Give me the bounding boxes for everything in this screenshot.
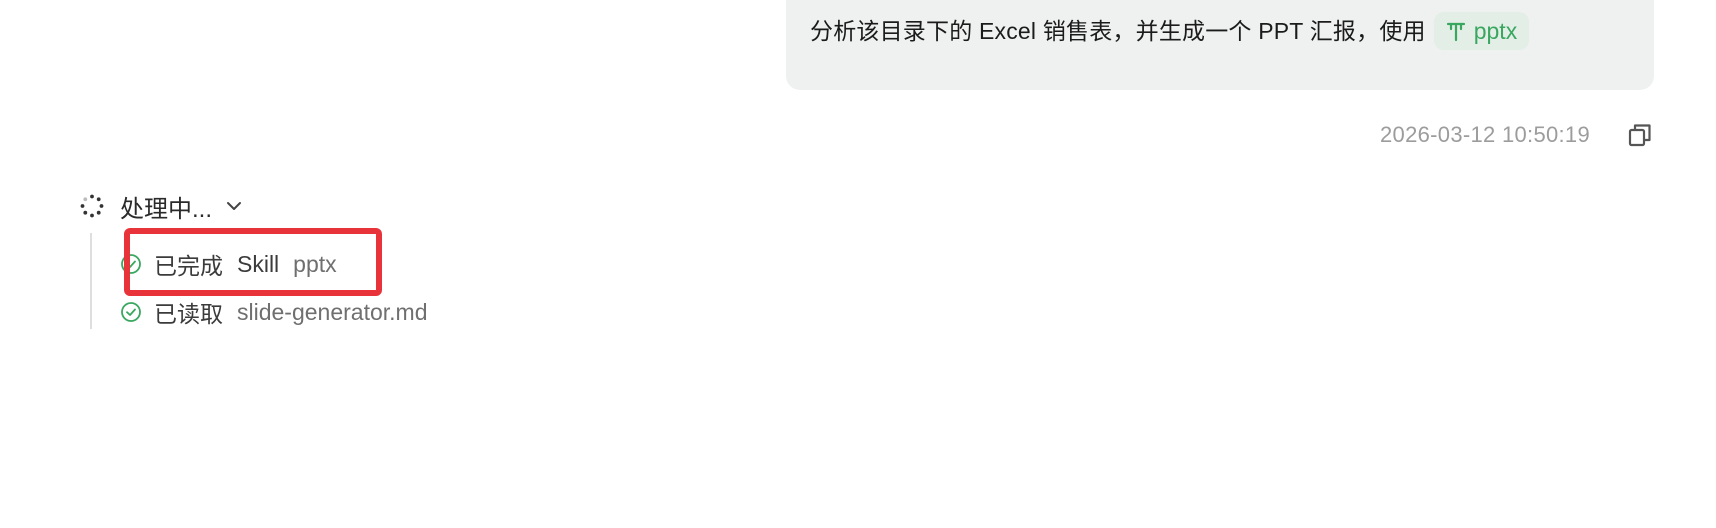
step-detail[interactable]: pptx xyxy=(293,251,336,278)
processing-toggle[interactable]: 处理中... xyxy=(80,186,242,226)
skill-icon xyxy=(1446,22,1465,42)
step-type: Skill xyxy=(237,250,280,277)
step-status: 已读取 xyxy=(154,301,223,327)
skill-chip-label: pptx xyxy=(1473,18,1518,44)
chat-page: 分析该目录下的 Excel 销售表，并生成一个 PPT 汇报，使用 pptx 2… xyxy=(0,0,1716,528)
spinner-icon xyxy=(80,194,104,218)
step-file-link[interactable]: slide-generator.md xyxy=(237,299,428,326)
copy-icon xyxy=(1628,124,1651,147)
processing-label: 处理中... xyxy=(120,195,213,223)
step-item: 已完成 Skill pptx xyxy=(120,246,337,282)
step-status: 已完成 xyxy=(154,253,223,279)
user-message-row: 分析该目录下的 Excel 销售表，并生成一个 PPT 汇报，使用 pptx xyxy=(810,10,1630,52)
user-message-bubble: 分析该目录下的 Excel 销售表，并生成一个 PPT 汇报，使用 pptx xyxy=(786,0,1654,90)
chevron-down-icon xyxy=(227,202,242,210)
message-timestamp: 2026-03-12 10:50:19 xyxy=(1380,122,1590,147)
step-item: 已读取 slide-generator.md xyxy=(120,294,428,330)
check-circle-icon xyxy=(121,302,141,322)
user-message-text: 分析该目录下的 Excel 销售表，并生成一个 PPT 汇报，使用 xyxy=(810,18,1426,44)
skill-chip-pptx[interactable]: pptx xyxy=(1433,12,1530,50)
message-meta: 2026-03-12 10:50:19 xyxy=(1380,118,1654,152)
check-circle-icon xyxy=(121,254,141,274)
steps-timeline-line xyxy=(90,233,92,329)
copy-button[interactable] xyxy=(1626,121,1654,149)
